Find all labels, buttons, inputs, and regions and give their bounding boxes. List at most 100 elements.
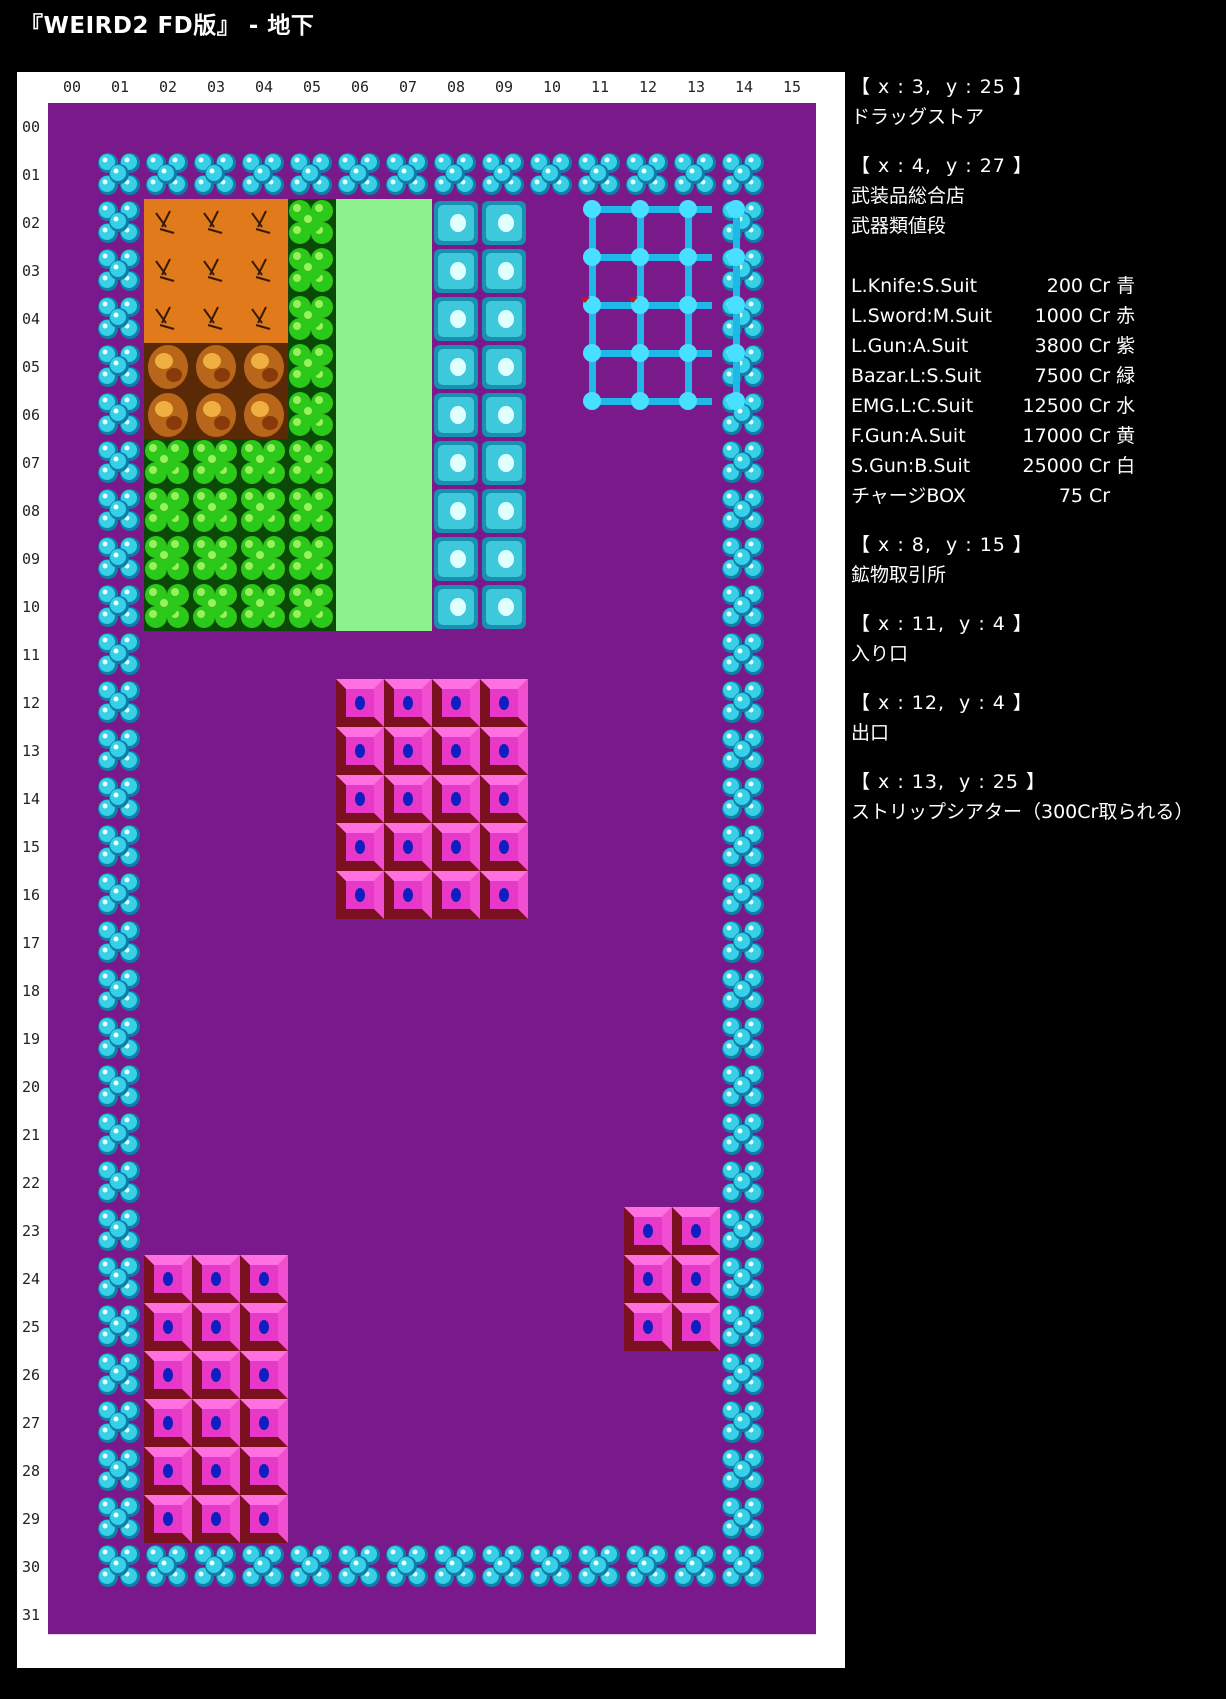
ice-tile — [434, 537, 478, 581]
price-unit: Cr — [1089, 275, 1111, 297]
row-label: 25 — [22, 1318, 40, 1336]
building-tile — [240, 1351, 288, 1399]
bush-tile — [240, 583, 288, 631]
note-text: 武器類値段 — [851, 215, 947, 237]
row-label: 05 — [22, 358, 40, 376]
price-color: 青 — [1116, 275, 1136, 297]
note-coordinate: 【 x : 13, y : 25 】 — [851, 771, 1047, 793]
building-tile — [240, 1303, 288, 1351]
col-label: 05 — [303, 78, 321, 96]
rock-tile — [192, 391, 240, 439]
note-text: ストリップシアター（300Cr取られる） — [851, 801, 1194, 823]
dirt-tile — [192, 199, 240, 247]
building-tile — [384, 727, 432, 775]
col-label: 00 — [63, 78, 81, 96]
row-label: 07 — [22, 454, 40, 472]
building-tile — [192, 1495, 240, 1543]
building-tile — [240, 1495, 288, 1543]
row-label: 00 — [22, 118, 40, 136]
ice-tile — [434, 441, 478, 485]
col-label: 13 — [687, 78, 705, 96]
row-label: 24 — [22, 1270, 40, 1288]
location-note: 【 x : 4, y : 27 】武装品総合店 武器類値段 L.Knife:S.Su… — [851, 151, 1221, 511]
ice-tile — [434, 249, 478, 293]
row-label: 21 — [22, 1126, 40, 1144]
building-tile — [384, 775, 432, 823]
price-row: L.Gun:A.Suit 3800 Cr 紫 — [851, 331, 1221, 361]
col-label: 14 — [735, 78, 753, 96]
col-label: 02 — [159, 78, 177, 96]
price-row: EMG.L:C.Suit 12500 Cr 水 — [851, 391, 1221, 421]
bush-tile — [144, 439, 192, 487]
dirt-tile — [240, 247, 288, 295]
price-value: 200 — [1046, 275, 1083, 297]
price-unit: Cr — [1089, 365, 1111, 387]
building-tile — [192, 1351, 240, 1399]
building-tile — [480, 775, 528, 823]
building-tile — [336, 775, 384, 823]
bush-tile — [144, 487, 192, 535]
dirt-tile — [240, 295, 288, 343]
building-tile — [240, 1399, 288, 1447]
bush-tile — [288, 247, 336, 295]
ice-tile — [482, 441, 526, 485]
row-label: 12 — [22, 694, 40, 712]
price-color: 紫 — [1116, 335, 1136, 357]
price-value: 17000 — [1022, 425, 1083, 447]
col-label: 09 — [495, 78, 513, 96]
building-tile — [144, 1399, 192, 1447]
dungeon-map: 00 01 02 03 04 05 06 07 08 09 10 11 12 13 14 15 00 01 02 03… — [22, 78, 816, 1635]
building-tile — [624, 1255, 672, 1303]
building-tile — [480, 823, 528, 871]
row-label: 20 — [22, 1078, 40, 1096]
bush-tile — [288, 199, 336, 247]
building-tile — [192, 1399, 240, 1447]
building-tile — [384, 871, 432, 919]
building-tile — [480, 871, 528, 919]
row-label: 19 — [22, 1030, 40, 1048]
location-note: 【 x : 8, y : 15 】鉱物取引所 — [851, 530, 1221, 590]
price-color: 水 — [1116, 395, 1136, 417]
building-tile — [240, 1255, 288, 1303]
ice-tile — [434, 585, 478, 629]
price-unit: Cr — [1089, 335, 1111, 357]
bush-tile — [288, 535, 336, 583]
price-color: 赤 — [1116, 305, 1136, 327]
building-tile — [432, 871, 480, 919]
row-label: 01 — [22, 166, 40, 184]
col-label: 03 — [207, 78, 225, 96]
dirt-tile — [144, 295, 192, 343]
building-tile — [624, 1303, 672, 1351]
price-value: 3800 — [1034, 335, 1083, 357]
col-label: 07 — [399, 78, 417, 96]
rock-tile — [240, 343, 288, 391]
rock-tile — [144, 391, 192, 439]
row-label: 02 — [22, 214, 40, 232]
row-label: 14 — [22, 790, 40, 808]
price-unit: Cr — [1089, 305, 1111, 327]
bush-tile — [288, 391, 336, 439]
rock-tile — [192, 343, 240, 391]
price-value: 7500 — [1034, 365, 1083, 387]
building-tile — [192, 1303, 240, 1351]
row-label: 03 — [22, 262, 40, 280]
ice-tile — [482, 393, 526, 437]
note-text: 出口 — [851, 722, 890, 744]
note-text: ドラッグストア — [851, 106, 985, 128]
location-note: 【 x : 13, y : 25 】ストリップシアター（300Cr取られる） — [851, 767, 1221, 827]
building-tile — [384, 823, 432, 871]
path-strip — [336, 199, 432, 631]
price-item: Bazar.L:S.Suit — [851, 365, 982, 387]
price-item: チャージBOX — [851, 485, 966, 507]
price-item: F.Gun:A.Suit — [851, 425, 966, 447]
bush-tile — [144, 535, 192, 583]
building-tile — [144, 1447, 192, 1495]
bush-tile — [288, 583, 336, 631]
ice-tile — [482, 297, 526, 341]
col-label: 15 — [783, 78, 801, 96]
ice-tile — [434, 393, 478, 437]
ice-tile — [434, 489, 478, 533]
bush-tile — [144, 583, 192, 631]
note-coordinate: 【 x : 11, y : 4 】 — [851, 613, 1033, 635]
